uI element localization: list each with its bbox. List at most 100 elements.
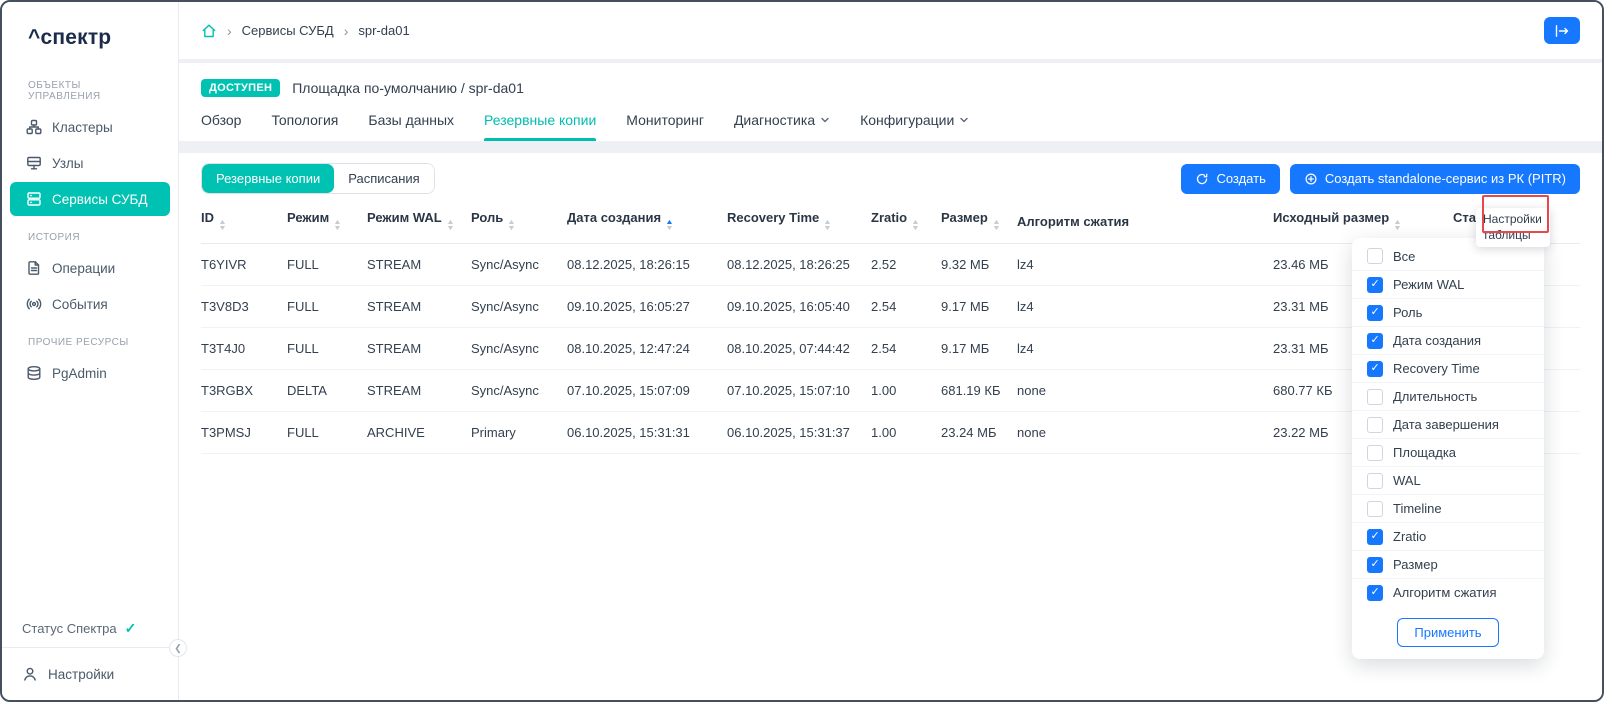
tab-label: Мониторинг bbox=[626, 112, 704, 128]
column-header-recovery-time[interactable]: Recovery Time▲▼ bbox=[727, 202, 871, 244]
sidebar-item-pgadmin[interactable]: PgAdmin bbox=[10, 356, 170, 390]
column-option[interactable]: Длительность bbox=[1352, 382, 1544, 410]
checkbox[interactable] bbox=[1367, 361, 1383, 377]
tab-topology[interactable]: Топология bbox=[271, 112, 338, 141]
sidebar-collapse-button[interactable]: ❮ bbox=[169, 639, 187, 657]
column-header-wal-mode[interactable]: Режим WAL ▲▼ bbox=[367, 202, 471, 244]
cell-zratio: 1.00 bbox=[871, 412, 941, 454]
sidebar-item-db-services[interactable]: Сервисы СУБД bbox=[10, 182, 170, 216]
column-option[interactable]: Zratio bbox=[1352, 522, 1544, 550]
sort-icon[interactable]: ▲▼ bbox=[219, 220, 226, 232]
column-option[interactable]: Дата создания bbox=[1352, 326, 1544, 354]
events-icon bbox=[26, 296, 42, 312]
column-header-zratio[interactable]: Zratio▲▼ bbox=[871, 202, 941, 244]
column-option[interactable]: Дата завершения bbox=[1352, 410, 1544, 438]
sidebar-item-nodes[interactable]: Узлы bbox=[10, 146, 170, 180]
checkbox[interactable] bbox=[1367, 501, 1383, 517]
cell-role: Sync/Async bbox=[471, 370, 567, 412]
toggle-backups[interactable]: Резервные копии bbox=[202, 164, 334, 193]
column-header-size[interactable]: Размер▲▼ bbox=[941, 202, 1017, 244]
restore-icon bbox=[1195, 172, 1209, 186]
tab-backups[interactable]: Резервные копии bbox=[484, 112, 596, 141]
clusters-icon bbox=[26, 119, 42, 135]
cell-id: T3T4J0 bbox=[201, 328, 287, 370]
tab-label: Конфигурации bbox=[860, 112, 954, 128]
nodes-icon bbox=[26, 155, 42, 171]
option-label: WAL bbox=[1393, 473, 1421, 488]
column-header-id[interactable]: ID▲▼ bbox=[201, 202, 287, 244]
apply-button[interactable]: Применить bbox=[1397, 618, 1498, 647]
column-option[interactable]: Алгоритм сжатия bbox=[1352, 578, 1544, 606]
column-label: Режим bbox=[287, 210, 329, 225]
sidebar-item-events[interactable]: События bbox=[10, 287, 170, 321]
sort-icon[interactable]: ▲▼ bbox=[334, 220, 341, 232]
sort-icon[interactable]: ▲▼ bbox=[447, 220, 454, 232]
sort-icon[interactable]: ▲▼ bbox=[1394, 220, 1401, 232]
operations-icon bbox=[26, 260, 42, 276]
tab-databases[interactable]: Базы данных bbox=[368, 112, 454, 141]
breadcrumb-separator: › bbox=[227, 23, 232, 39]
table-settings-panel: ВсеРежим WALРольДата созданияRecovery Ti… bbox=[1352, 238, 1544, 659]
column-header-mode[interactable]: Режим ▲▼ bbox=[287, 202, 367, 244]
home-icon[interactable] bbox=[201, 23, 217, 39]
checkbox[interactable] bbox=[1367, 305, 1383, 321]
spektr-status: Статус Спектра ✓ bbox=[2, 620, 178, 647]
column-option[interactable]: Recovery Time bbox=[1352, 354, 1544, 382]
tab-label: Базы данных bbox=[368, 112, 454, 128]
column-option[interactable]: Площадка bbox=[1352, 438, 1544, 466]
checkbox[interactable] bbox=[1367, 417, 1383, 433]
logout-button[interactable] bbox=[1544, 17, 1580, 44]
sidebar-item-label: Узлы bbox=[52, 156, 83, 171]
cell-zratio: 2.54 bbox=[871, 328, 941, 370]
create-standalone-button[interactable]: Создать standalone-сервис из РК (PITR) bbox=[1290, 164, 1580, 194]
spektr-status-label: Статус Спектра bbox=[22, 621, 117, 636]
cell-compression: lz4 bbox=[1017, 328, 1273, 370]
checkbox[interactable] bbox=[1367, 473, 1383, 489]
service-title-row: ДОСТУПЕН Площадка по-умолчанию / spr-da0… bbox=[201, 79, 1580, 97]
cell-mode: FULL bbox=[287, 328, 367, 370]
checkbox[interactable] bbox=[1367, 529, 1383, 545]
column-label: Дата создания bbox=[567, 210, 661, 225]
sidebar-item-operations[interactable]: Операции bbox=[10, 251, 170, 285]
sort-icon[interactable]: ▲▼ bbox=[508, 220, 515, 232]
column-option[interactable]: Размер bbox=[1352, 550, 1544, 578]
sort-icon[interactable]: ▲▼ bbox=[666, 220, 673, 232]
checkbox[interactable] bbox=[1367, 248, 1383, 264]
option-label: Длительность bbox=[1393, 389, 1477, 404]
create-button[interactable]: Создать bbox=[1181, 164, 1279, 194]
tab-monitoring[interactable]: Мониторинг bbox=[626, 112, 704, 141]
column-option[interactable]: Timeline bbox=[1352, 494, 1544, 522]
breadcrumb-services[interactable]: Сервисы СУБД bbox=[242, 23, 334, 38]
column-option[interactable]: Режим WAL bbox=[1352, 270, 1544, 298]
cell-size: 9.17 МБ bbox=[941, 286, 1017, 328]
checkbox[interactable] bbox=[1367, 333, 1383, 349]
sidebar-item-label: События bbox=[52, 297, 108, 312]
column-header-compression: Алгоритм сжатия bbox=[1017, 202, 1273, 244]
chevron-down-icon bbox=[820, 115, 830, 125]
checkbox[interactable] bbox=[1367, 445, 1383, 461]
view-toggle: Резервные копииРасписания bbox=[201, 163, 435, 194]
sort-icon[interactable]: ▲▼ bbox=[912, 220, 919, 232]
breadcrumb-separator: › bbox=[344, 23, 349, 39]
column-header-created-date[interactable]: Дата создания ▲▼ bbox=[567, 202, 727, 244]
column-option[interactable]: Роль bbox=[1352, 298, 1544, 326]
checkbox[interactable] bbox=[1367, 277, 1383, 293]
sort-icon[interactable]: ▲▼ bbox=[993, 220, 1000, 232]
toggle-schedules[interactable]: Расписания bbox=[334, 164, 433, 193]
checkbox[interactable] bbox=[1367, 557, 1383, 573]
column-header-role[interactable]: Роль▲▼ bbox=[471, 202, 567, 244]
sidebar-settings[interactable]: Настройки bbox=[2, 662, 178, 686]
cell-zratio: 2.54 bbox=[871, 286, 941, 328]
sort-icon[interactable]: ▲▼ bbox=[824, 220, 831, 232]
sidebar-item-clusters[interactable]: Кластеры bbox=[10, 110, 170, 144]
checkbox[interactable] bbox=[1367, 585, 1383, 601]
cell-id: T3V8D3 bbox=[201, 286, 287, 328]
tab-diagnostics[interactable]: Диагностика bbox=[734, 112, 830, 141]
checkbox[interactable] bbox=[1367, 389, 1383, 405]
column-label: Режим WAL bbox=[367, 210, 442, 225]
tab-configurations[interactable]: Конфигурации bbox=[860, 112, 969, 141]
sidebar-divider: ❮ bbox=[2, 647, 178, 648]
column-option[interactable]: WAL bbox=[1352, 466, 1544, 494]
tab-overview[interactable]: Обзор bbox=[201, 112, 241, 141]
cell-size: 9.32 МБ bbox=[941, 244, 1017, 286]
